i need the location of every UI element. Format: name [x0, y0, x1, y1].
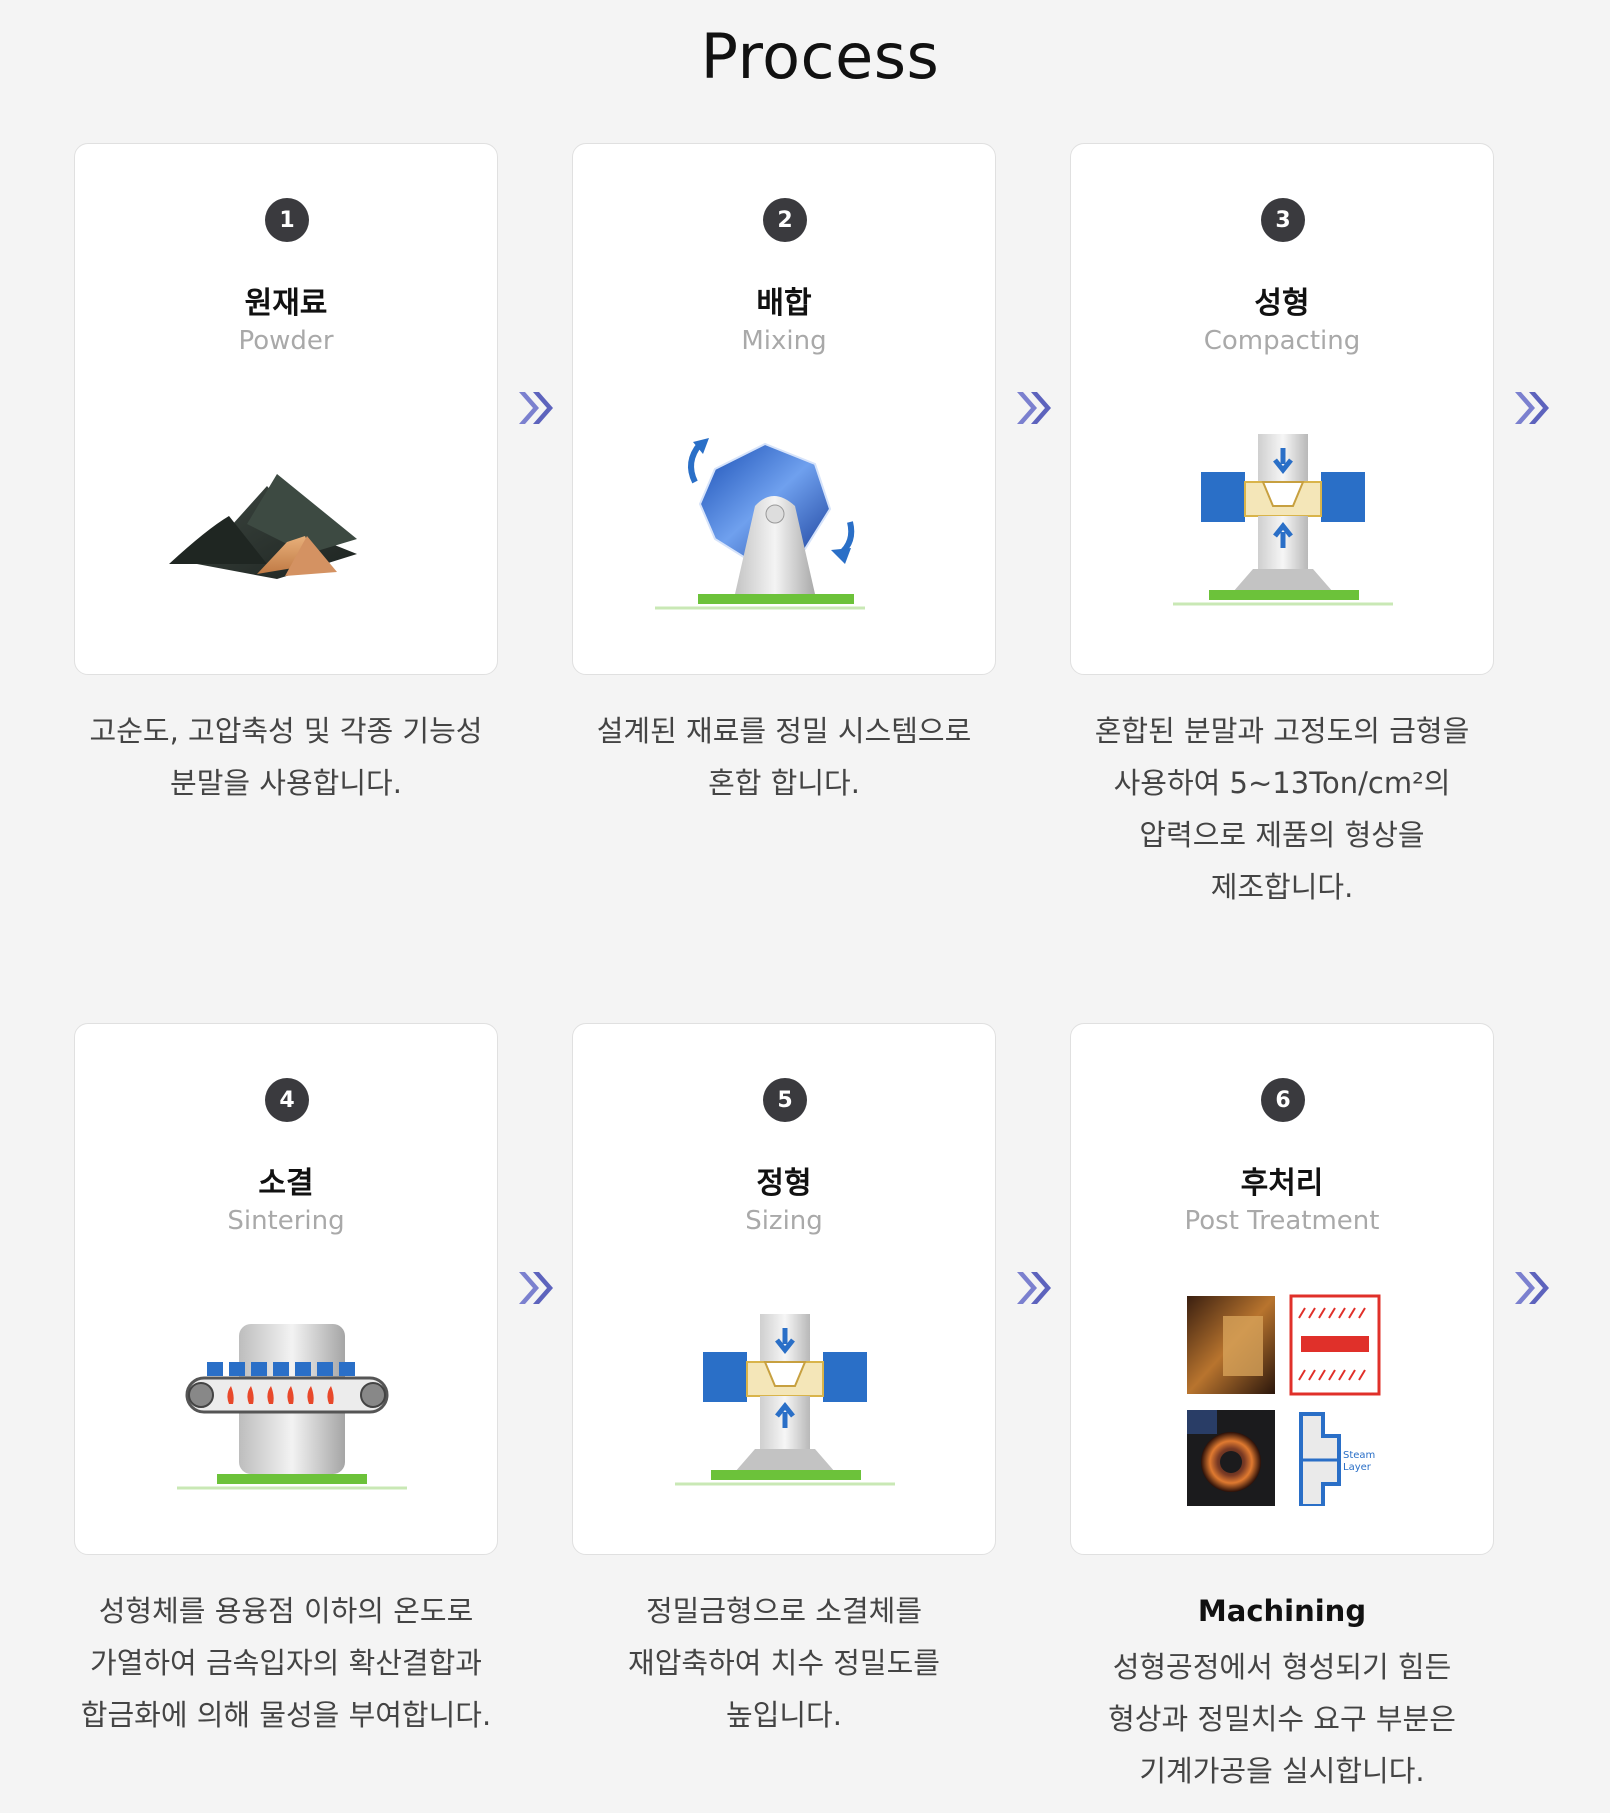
step-title-en: Compacting: [1203, 326, 1361, 356]
steam-layer-label: Layer: [1343, 1462, 1372, 1473]
next-step-arrow-icon: [519, 1272, 553, 1304]
step-title-en: Sizing: [745, 1206, 823, 1236]
step-title-en: Post Treatment: [1184, 1206, 1380, 1236]
step-title-ko: 소결: [258, 1166, 314, 1201]
press-illustration: [1173, 434, 1393, 606]
sintering-furnace-illustration: [177, 1324, 407, 1490]
step-title-en: Mixing: [741, 326, 827, 356]
step-title-en: Sintering: [227, 1206, 345, 1236]
post-treatment-illustration: Steam Layer: [1187, 1294, 1381, 1506]
step-title-ko: 원재료: [244, 286, 328, 321]
next-step-arrow-icon: [1515, 1272, 1549, 1304]
step-number-badge: 3: [1261, 198, 1305, 242]
step-card: 3 성형 Compacting: [1070, 143, 1494, 675]
step-card: 6 후처리 Post Treatment Steam Layer: [1070, 1023, 1494, 1555]
step-subtitle: Machining: [1197, 1594, 1367, 1628]
next-step-arrow-icon: [1515, 392, 1549, 424]
steam-layer-label: Steam: [1343, 1450, 1375, 1461]
next-step-arrow-icon: [1017, 1272, 1051, 1304]
step-number-badge: 1: [265, 198, 309, 242]
step-number-badge: 5: [763, 1078, 807, 1122]
step-description: 성형체를 용융점 이하의 온도로 가열하여 금속입자의 확산결합과 합금화에 의…: [80, 1594, 492, 1732]
step-description: 성형공정에서 형성되기 힘든 형상과 정밀치수 요구 부분은 기계가공을 실시합…: [1108, 1650, 1456, 1788]
step-title-ko: 배합: [756, 286, 812, 321]
process-grid: 1 원재료 Powder 고순도, 고압축성 및 각종 기능성 분말을 사용합니…: [0, 0, 1610, 1813]
step-description: 혼합된 분말과 고정도의 금형을 사용하여 5~13Ton/cm²의 압력으로 …: [1094, 714, 1470, 904]
process-step-sintering: 4 소결 Sintering 성형체를 용융점 이하의 온도로 가열하여 금속입…: [74, 1023, 498, 1741]
process-step-mixing: 2 배합 Mixing 설계된 재료를 정밀 시스템으로 혼합 합니다.: [572, 143, 996, 809]
process-step-powder: 1 원재료 Powder 고순도, 고압축성 및 각종 기능성 분말을 사용합니…: [74, 143, 498, 809]
step-title-en: Powder: [238, 326, 334, 356]
process-step-sizing: 5 정형 Sizing 정밀금형으로 소결체를 재압축하여 치수 정밀도를 높입…: [572, 1023, 996, 1741]
mixer-illustration: [655, 438, 865, 610]
step-description: 정밀금형으로 소결체를 재압축하여 치수 정밀도를 높입니다.: [628, 1594, 940, 1732]
step-title-ko: 정형: [756, 1166, 812, 1201]
process-step-compacting: 3 성형 Compacting 혼합된 분말과 고정도의 금형을 사용하여 5~…: [1070, 143, 1494, 913]
next-step-arrow-icon: [1017, 392, 1051, 424]
step-number-badge: 2: [763, 198, 807, 242]
step-card: 5 정형 Sizing: [572, 1023, 996, 1555]
step-card: 4 소결 Sintering: [74, 1023, 498, 1555]
process-step-post-treatment: 6 후처리 Post Treatment Steam Layer Machini…: [1070, 1023, 1494, 1797]
next-step-arrow-icon: [519, 392, 553, 424]
step-card: 1 원재료 Powder: [74, 143, 498, 675]
step-description: 설계된 재료를 정밀 시스템으로 혼합 합니다.: [596, 714, 972, 800]
step-card: 2 배합 Mixing: [572, 143, 996, 675]
step-number-badge: 6: [1261, 1078, 1305, 1122]
sizing-press-illustration: [675, 1314, 895, 1486]
step-title-ko: 성형: [1254, 286, 1310, 321]
step-number-badge: 4: [265, 1078, 309, 1122]
step-description: 고순도, 고압축성 및 각종 기능성 분말을 사용합니다.: [89, 714, 483, 800]
step-title-ko: 후처리: [1240, 1166, 1324, 1201]
powder-pile-illustration: [169, 474, 357, 579]
